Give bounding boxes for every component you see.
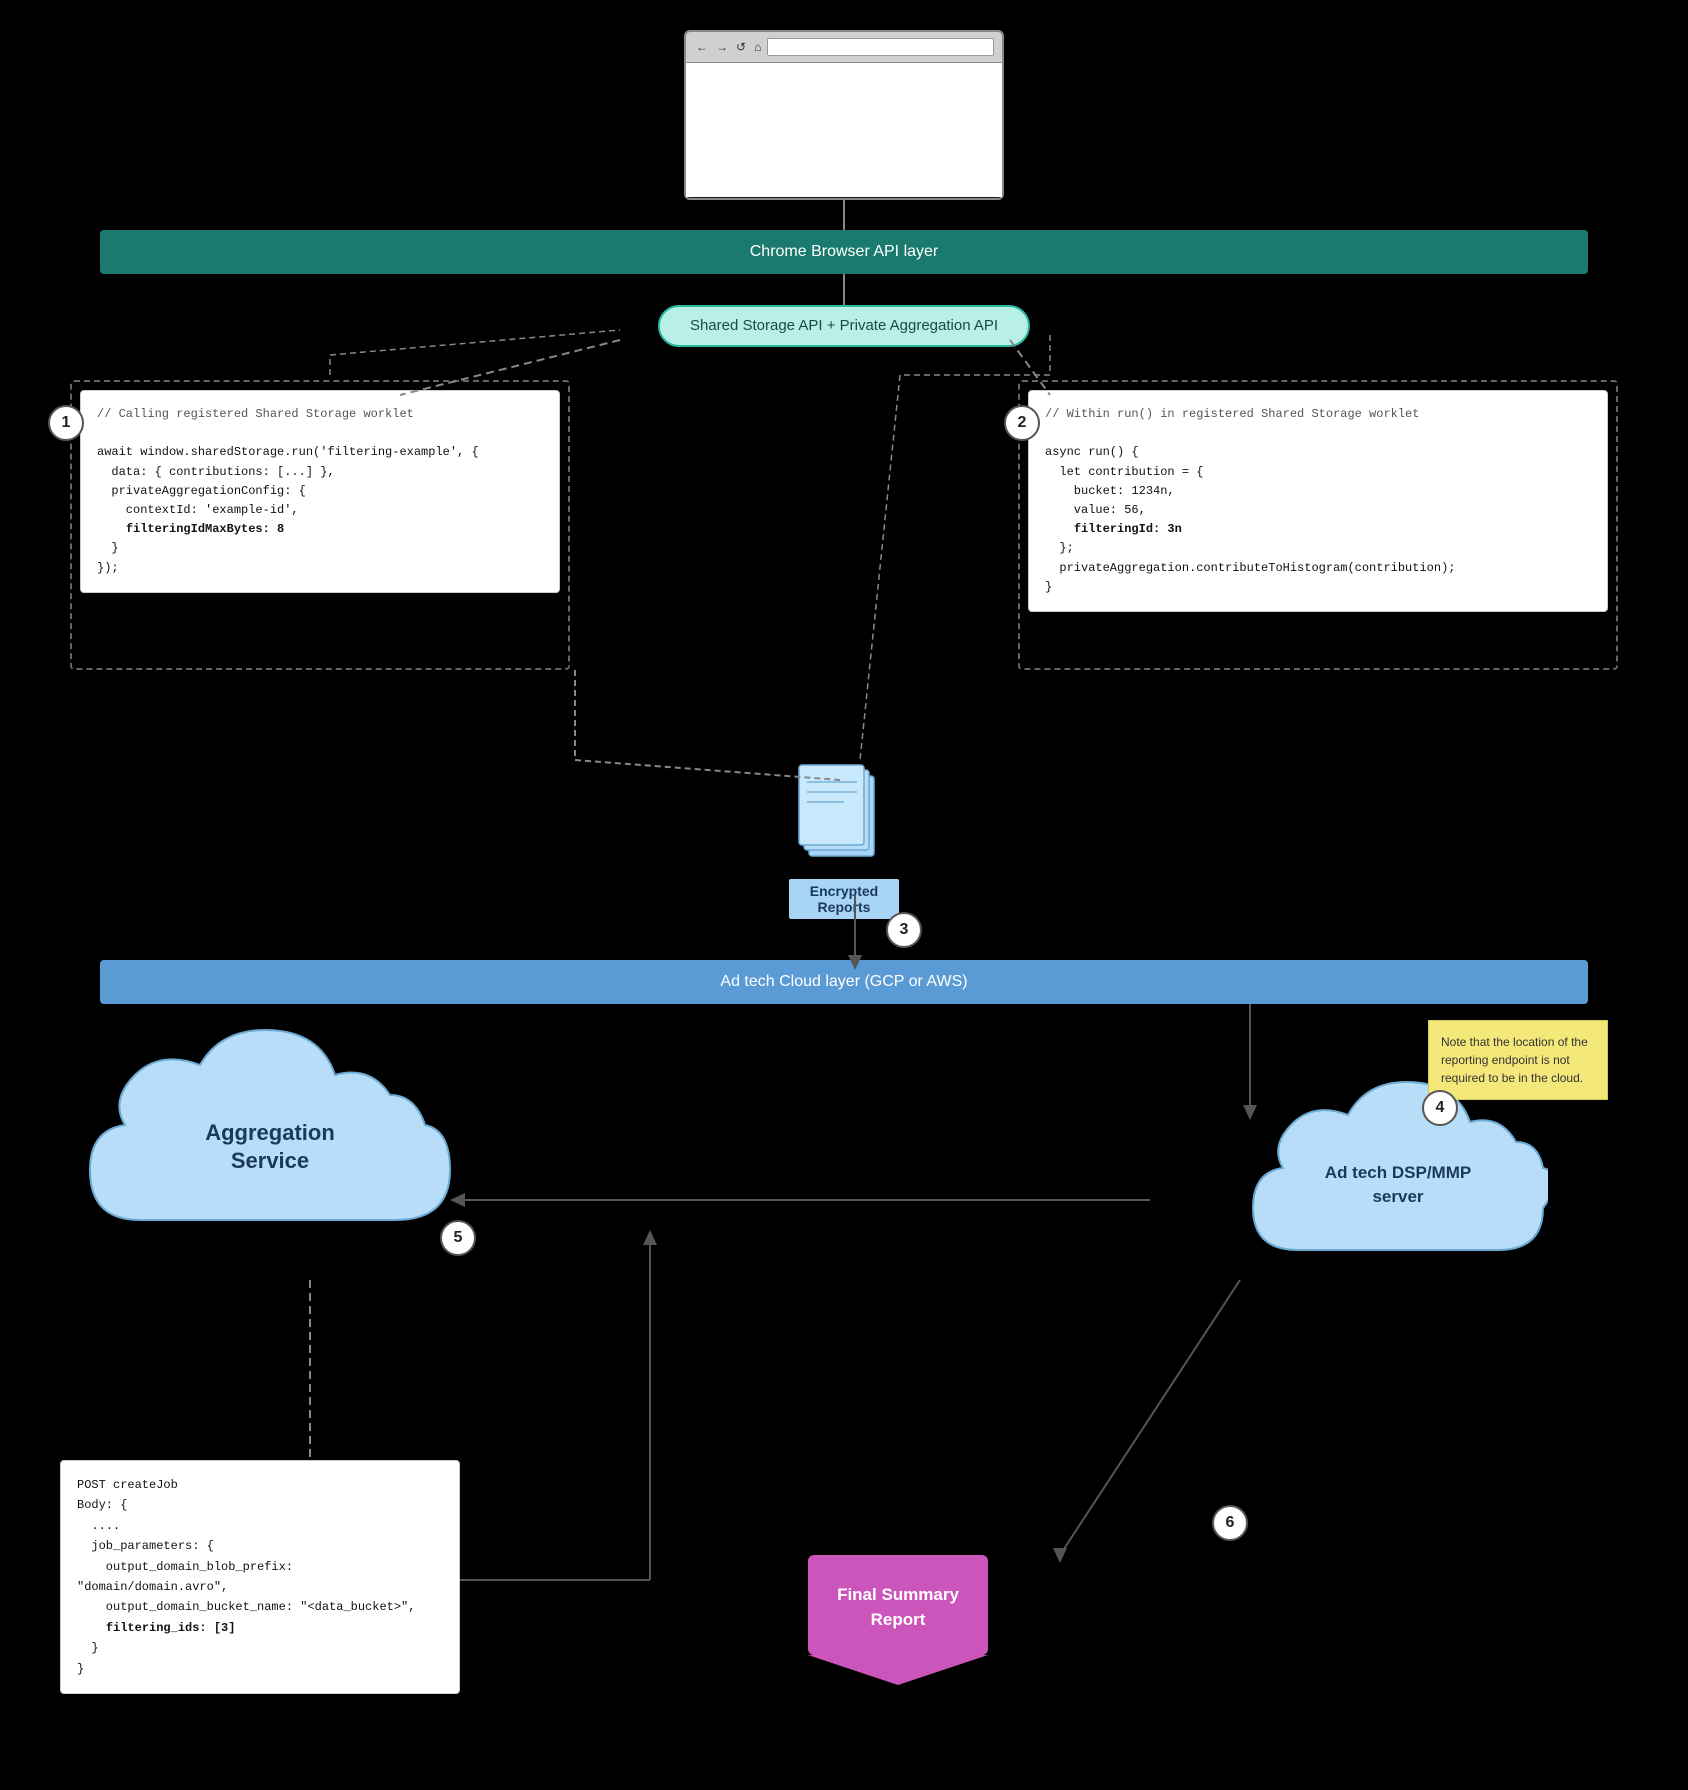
- diagram-container: ← → ↺ ⌂ Chrome Browser API layer Shared …: [0, 0, 1688, 1790]
- step-3-circle: 3: [886, 912, 922, 948]
- adtech-bar: Ad tech Cloud layer (GCP or AWS): [100, 960, 1588, 1004]
- chrome-api-bar: Chrome Browser API layer: [100, 230, 1588, 274]
- browser-toolbar: ← → ↺ ⌂: [686, 32, 1002, 63]
- note-text: Note that the location of the reporting …: [1441, 1035, 1588, 1085]
- browser-window: ← → ↺ ⌂: [684, 30, 1004, 200]
- post-job-box: POST createJob Body: { .... job_paramete…: [60, 1460, 460, 1694]
- forward-button[interactable]: →: [714, 40, 730, 54]
- post-job-code: POST createJob Body: { .... job_paramete…: [77, 1475, 443, 1679]
- final-report-container: Final Summary Report: [808, 1555, 988, 1690]
- aggregation-service-cloud: Aggregation Service: [80, 1000, 460, 1280]
- back-button[interactable]: ←: [694, 40, 710, 54]
- svg-text:Final Summary: Final Summary: [837, 1585, 959, 1604]
- reload-button[interactable]: ↺: [734, 40, 748, 54]
- step-1-circle: 1: [48, 405, 84, 441]
- browser-content: [686, 63, 1002, 197]
- code-box-2: // Within run() in registered Shared Sto…: [1028, 390, 1608, 612]
- shared-storage-label: Shared Storage API + Private Aggregation…: [690, 317, 998, 334]
- svg-text:Aggregation: Aggregation: [205, 1120, 335, 1145]
- code-content-2: async run() { let contribution = { bucke…: [1045, 443, 1591, 597]
- shared-storage-pill: Shared Storage API + Private Aggregation…: [658, 305, 1030, 347]
- address-bar[interactable]: [767, 38, 994, 56]
- encrypted-reports-icon: [789, 760, 899, 870]
- svg-text:Service: Service: [231, 1148, 309, 1173]
- final-report-icon: Final Summary Report: [808, 1555, 988, 1685]
- svg-text:Report: Report: [871, 1610, 926, 1629]
- step-5-circle: 5: [440, 1220, 476, 1256]
- code-comment-1: // Calling registered Shared Storage wor…: [97, 405, 543, 424]
- adtech-label: Ad tech Cloud layer (GCP or AWS): [720, 973, 967, 991]
- code-comment-2: // Within run() in registered Shared Sto…: [1045, 405, 1591, 424]
- chrome-api-label: Chrome Browser API layer: [750, 243, 939, 261]
- code-box-1: // Calling registered Shared Storage wor…: [80, 390, 560, 593]
- svg-text:Ad tech DSP/MMP: Ad tech DSP/MMP: [1325, 1163, 1471, 1182]
- note-box: Note that the location of the reporting …: [1428, 1020, 1608, 1100]
- step-2-circle: 2: [1004, 405, 1040, 441]
- encrypted-reports-label: EncryptedReports: [789, 879, 899, 919]
- encrypted-reports-container: EncryptedReports: [789, 760, 899, 919]
- home-button[interactable]: ⌂: [752, 40, 763, 54]
- step-4-circle: 4: [1422, 1090, 1458, 1126]
- code-content-1: await window.sharedStorage.run('filterin…: [97, 443, 543, 577]
- step-6-circle: 6: [1212, 1505, 1248, 1541]
- svg-text:server: server: [1372, 1187, 1423, 1206]
